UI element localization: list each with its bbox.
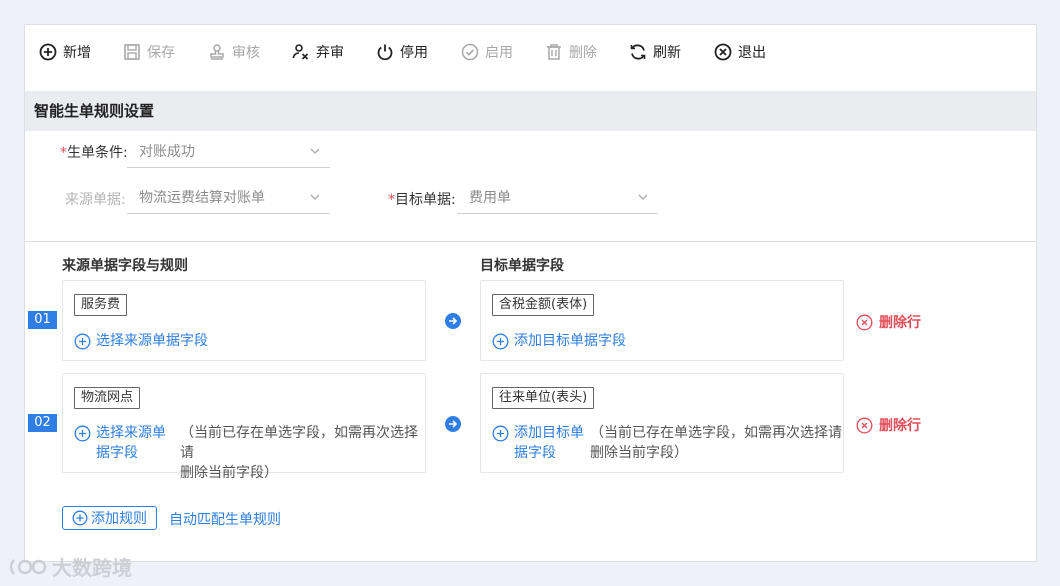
plus-circle-icon xyxy=(492,425,509,442)
select-source-field-link[interactable]: 选择来源单据字段 xyxy=(74,331,208,351)
refresh-label: 刷新 xyxy=(653,45,681,61)
close-circle-icon xyxy=(714,43,732,61)
condition-select[interactable]: 对账成功 xyxy=(127,136,330,168)
target-column-heading: 目标单据字段 xyxy=(480,258,564,274)
source-field-card: 物流网点 选择来源单 据字段 （当前已存在单选字段，如需再次选择请 删除当前字段） xyxy=(62,373,426,481)
enable-button[interactable]: 启用 xyxy=(461,39,513,65)
condition-label: *生单条件: xyxy=(60,145,128,161)
row-number: 02 xyxy=(28,414,57,432)
plus-circle-icon xyxy=(39,43,57,61)
unaudit-button[interactable]: 弃审 xyxy=(292,39,344,65)
source-field-card: 服务费 选择来源单据字段 xyxy=(62,280,426,361)
source-doc-value: 物流运费结算对账单 xyxy=(139,190,265,206)
target-field-card: 含税金额(表体) 添加目标单据字段 xyxy=(480,280,844,361)
arrow-right-icon xyxy=(445,313,461,329)
delete-button[interactable]: 删除 xyxy=(545,39,597,65)
refresh-button[interactable]: 刷新 xyxy=(629,39,681,65)
plus-circle-icon xyxy=(74,333,91,350)
disable-button[interactable]: 停用 xyxy=(376,39,428,65)
close-circle-icon xyxy=(856,314,873,330)
user-cancel-icon xyxy=(292,44,309,60)
plus-circle-icon xyxy=(72,510,88,526)
target-field-hint: （当前已存在单选字段，如需再次选择请 删除当前字段） xyxy=(590,425,842,461)
source-doc-select[interactable]: 物流运费结算对账单 xyxy=(127,182,330,214)
add-rule-button[interactable]: 添加规则 xyxy=(62,506,157,530)
divider xyxy=(25,241,1036,242)
add-button[interactable]: 新增 xyxy=(39,39,91,65)
watermark: 大数跨境 xyxy=(8,552,132,581)
target-field-tag[interactable]: 含税金额(表体) xyxy=(492,294,595,316)
delete-label: 删除 xyxy=(569,45,597,61)
close-circle-icon xyxy=(856,417,873,433)
check-circle-icon xyxy=(461,43,479,61)
delete-row-button[interactable]: 删除行 xyxy=(856,312,921,332)
source-field-tag[interactable]: 物流网点 xyxy=(74,387,141,409)
section-title: 智能生单规则设置 xyxy=(25,91,1036,131)
target-doc-label: *目标单据: xyxy=(388,192,456,208)
source-field-hint: （当前已存在单选字段，如需再次选择请 删除当前字段） xyxy=(180,425,418,481)
save-label: 保存 xyxy=(147,45,175,61)
source-column-heading: 来源单据字段与规则 xyxy=(62,258,188,274)
stamp-icon xyxy=(210,44,224,60)
arrow-right-icon xyxy=(445,416,461,432)
audit-button[interactable]: 审核 xyxy=(208,39,260,65)
exit-label: 退出 xyxy=(738,45,766,61)
target-doc-select[interactable]: 费用单 xyxy=(457,182,658,214)
disable-label: 停用 xyxy=(400,45,428,61)
select-source-field-link[interactable]: 选择来源单据字段 xyxy=(74,423,166,463)
toolbar: 新增 保存 审核 弃审 停用 启用 删除 刷新 退出 xyxy=(25,25,1036,89)
target-field-card: 往来单位(表头) 添加目标单 据字段 （当前已存在单选字段，如需再次选择请 删除当前… xyxy=(480,373,844,473)
add-label: 新增 xyxy=(63,45,91,61)
trash-icon xyxy=(547,44,561,60)
unaudit-label: 弃审 xyxy=(316,45,344,61)
refresh-icon xyxy=(630,44,646,60)
audit-label: 审核 xyxy=(232,45,260,61)
enable-label: 启用 xyxy=(485,45,513,61)
rule-settings-panel: 新增 保存 审核 弃审 停用 启用 删除 刷新 退出 智能生单规则设置 *生单条… xyxy=(24,24,1037,562)
save-button[interactable]: 保存 xyxy=(123,39,175,65)
row-number: 01 xyxy=(28,311,57,329)
logo-icon xyxy=(9,558,47,575)
exit-button[interactable]: 退出 xyxy=(714,39,766,65)
source-doc-label: 来源单据: xyxy=(65,192,126,208)
save-icon xyxy=(124,44,140,60)
chevron-down-icon xyxy=(638,194,648,200)
power-icon xyxy=(377,44,393,61)
plus-circle-icon xyxy=(74,425,91,442)
target-field-tag[interactable]: 往来单位(表头) xyxy=(492,387,595,409)
chevron-down-icon xyxy=(310,194,320,200)
delete-row-button[interactable]: 删除行 xyxy=(856,415,921,435)
plus-circle-icon xyxy=(492,333,509,350)
add-target-field-link[interactable]: 添加目标单据字段 xyxy=(492,423,584,463)
condition-value: 对账成功 xyxy=(139,144,195,160)
source-field-tag[interactable]: 服务费 xyxy=(74,294,128,316)
add-target-field-link[interactable]: 添加目标单据字段 xyxy=(492,331,626,351)
auto-match-rule-link[interactable]: 自动匹配生单规则 xyxy=(169,509,281,529)
target-doc-value: 费用单 xyxy=(469,190,511,206)
chevron-down-icon xyxy=(310,148,320,154)
